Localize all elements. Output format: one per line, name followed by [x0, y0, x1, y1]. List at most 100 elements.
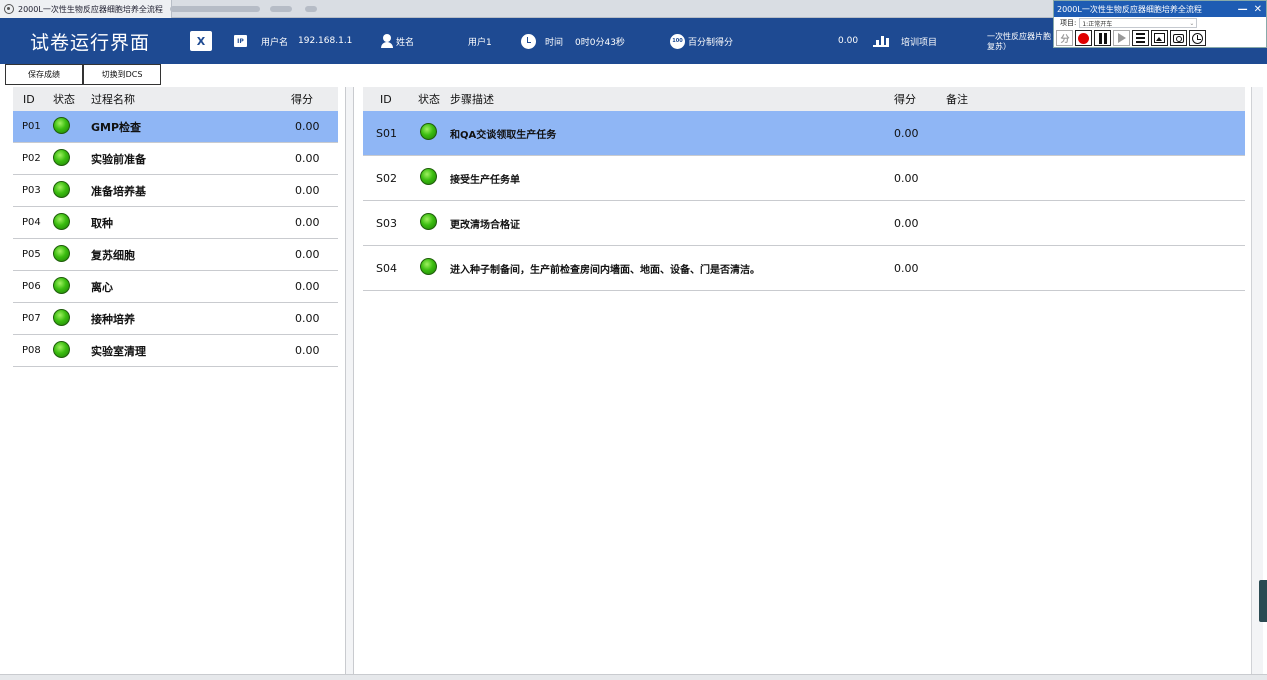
step-row[interactable]: S02 接受生产任务单 0.00	[363, 156, 1245, 201]
status-lamp-cell	[53, 340, 91, 361]
status-ok-icon	[53, 276, 70, 294]
process-row[interactable]: P02 实验前准备 0.00	[13, 143, 338, 175]
status-lamp-cell	[420, 123, 450, 143]
username-label: 用户名	[261, 37, 289, 48]
timer-button[interactable]	[1189, 30, 1206, 46]
process-id: P01	[22, 121, 41, 132]
process-id: P07	[22, 313, 41, 324]
score-button[interactable]: 分	[1056, 30, 1073, 46]
process-score: 0.00	[295, 344, 320, 357]
name-value: 用户1	[468, 37, 492, 48]
record-button[interactable]	[1075, 30, 1092, 46]
process-row[interactable]: P07 接种培养 0.00	[13, 303, 338, 335]
export-excel[interactable]: X	[190, 18, 212, 64]
step-desc: 进入种子制备间，生产前检查房间内墙面、地面、设备、门是否清洁。	[450, 264, 760, 276]
step-score: 0.00	[894, 261, 919, 275]
col-id: ID	[380, 92, 392, 106]
process-row[interactable]: P01 GMP检查 0.00	[13, 111, 338, 143]
window-tab-title: 2000L一次性生物反应器细胞培养全流程	[18, 4, 163, 14]
control-panel-titlebar[interactable]: 2000L一次性生物反应器细胞培养全流程 — ✕	[1054, 1, 1266, 17]
play-button[interactable]	[1113, 30, 1130, 46]
process-id: P06	[22, 281, 41, 292]
blurred-tab	[270, 6, 292, 12]
chart-icon	[873, 35, 889, 47]
left-panel-scrollbar[interactable]	[345, 87, 354, 680]
status-lamp-cell	[53, 276, 91, 297]
process-name: 接种培养	[91, 312, 135, 326]
image-icon	[1154, 33, 1165, 43]
process-name: 实验前准备	[91, 152, 146, 166]
process-table: ID 状态 过程名称 得分 P01 GMP检查 0.00 P02 实验前准备 0.00 P0…	[13, 87, 338, 680]
step-id: S02	[376, 171, 397, 185]
list-icon	[1136, 33, 1145, 43]
app-icon	[4, 4, 14, 14]
image-button[interactable]	[1151, 30, 1168, 46]
training-label: 培训项目	[901, 37, 938, 48]
status-ok-icon	[53, 148, 70, 166]
chevron-down-icon: ⌄	[1189, 19, 1195, 27]
process-id: P03	[22, 185, 41, 196]
side-handle[interactable]	[1259, 580, 1267, 622]
step-id: S04	[376, 261, 397, 275]
step-row[interactable]: S03 更改清场合格证 0.00	[363, 201, 1245, 246]
minimize-button[interactable]: —	[1238, 4, 1248, 15]
process-name: 取种	[91, 216, 113, 230]
process-row[interactable]: P05 复苏细胞 0.00	[13, 239, 338, 271]
step-id: S03	[376, 216, 397, 230]
step-score: 0.00	[894, 171, 919, 185]
step-table: ID 状态 步骤描述 得分 备注 S01 和QA交谈领取生产任务 0.00 S02 接受…	[363, 87, 1245, 680]
user-icon	[380, 34, 394, 48]
status-ok-icon	[53, 180, 70, 198]
process-score: 0.00	[295, 120, 320, 133]
status-lamp-cell	[53, 212, 91, 233]
pause-icon	[1098, 32, 1107, 44]
blurred-tab	[170, 6, 260, 12]
training-group: 培训项目	[873, 18, 937, 64]
name-group: 姓名	[380, 18, 414, 64]
step-row[interactable]: S01 和QA交谈领取生产任务 0.00	[363, 111, 1245, 156]
process-score: 0.00	[295, 248, 320, 261]
col-status: 状态	[53, 93, 75, 106]
process-id: P04	[22, 217, 41, 228]
process-row[interactable]: P04 取种 0.00	[13, 207, 338, 239]
process-name: 复苏细胞	[91, 248, 135, 262]
project-select-value: 1:正常开车	[1082, 20, 1113, 28]
control-toolbar: 分	[1054, 29, 1266, 47]
window-tab[interactable]: 2000L一次性生物反应器细胞培养全流程	[0, 0, 172, 18]
bottom-strip	[0, 674, 1267, 680]
status-ok-icon	[53, 340, 70, 358]
step-desc: 和QA交谈领取生产任务	[450, 129, 557, 141]
status-lamp-cell	[420, 168, 450, 188]
status-ok-icon	[420, 168, 437, 185]
process-name: 实验室清理	[91, 344, 146, 358]
process-row[interactable]: P06 离心 0.00	[13, 271, 338, 303]
time-label: 时间	[545, 37, 564, 48]
step-row[interactable]: S04 进入种子制备间，生产前检查房间内墙面、地面、设备、门是否清洁。 0.00	[363, 246, 1245, 291]
name-label: 姓名	[396, 37, 415, 48]
status-ok-icon	[53, 244, 70, 262]
step-id: S01	[376, 126, 397, 140]
pause-button[interactable]	[1094, 30, 1111, 46]
list-button[interactable]	[1132, 30, 1149, 46]
col-note: 备注	[946, 93, 968, 106]
percent-score-label: 百分制得分	[688, 37, 734, 48]
percent-score-value: 0.00	[838, 36, 859, 46]
switch-dcs-button[interactable]: 切换到DCS	[83, 64, 161, 85]
close-button[interactable]: ✕	[1254, 4, 1262, 15]
snapshot-button[interactable]	[1170, 30, 1187, 46]
username-group: IP 用户名 192.168.1.1	[234, 18, 352, 64]
process-row[interactable]: P08 实验室清理 0.00	[13, 335, 338, 367]
status-lamp-cell	[53, 180, 91, 201]
process-score: 0.00	[295, 312, 320, 325]
save-score-button[interactable]: 保存成绩	[5, 64, 83, 85]
step-desc: 更改清场合格证	[450, 219, 520, 231]
process-name: GMP检查	[91, 120, 142, 134]
ip-icon: IP	[234, 35, 247, 47]
project-select[interactable]: 1:正常开车 ⌄	[1079, 18, 1198, 28]
process-row[interactable]: P03 准备培养基 0.00	[13, 175, 338, 207]
training-value: 一次性反应器片胞复苏）	[987, 32, 1051, 51]
status-lamp-cell	[53, 244, 91, 265]
camera-icon	[1173, 33, 1184, 43]
status-ok-icon	[420, 258, 437, 275]
record-icon	[1078, 32, 1089, 44]
